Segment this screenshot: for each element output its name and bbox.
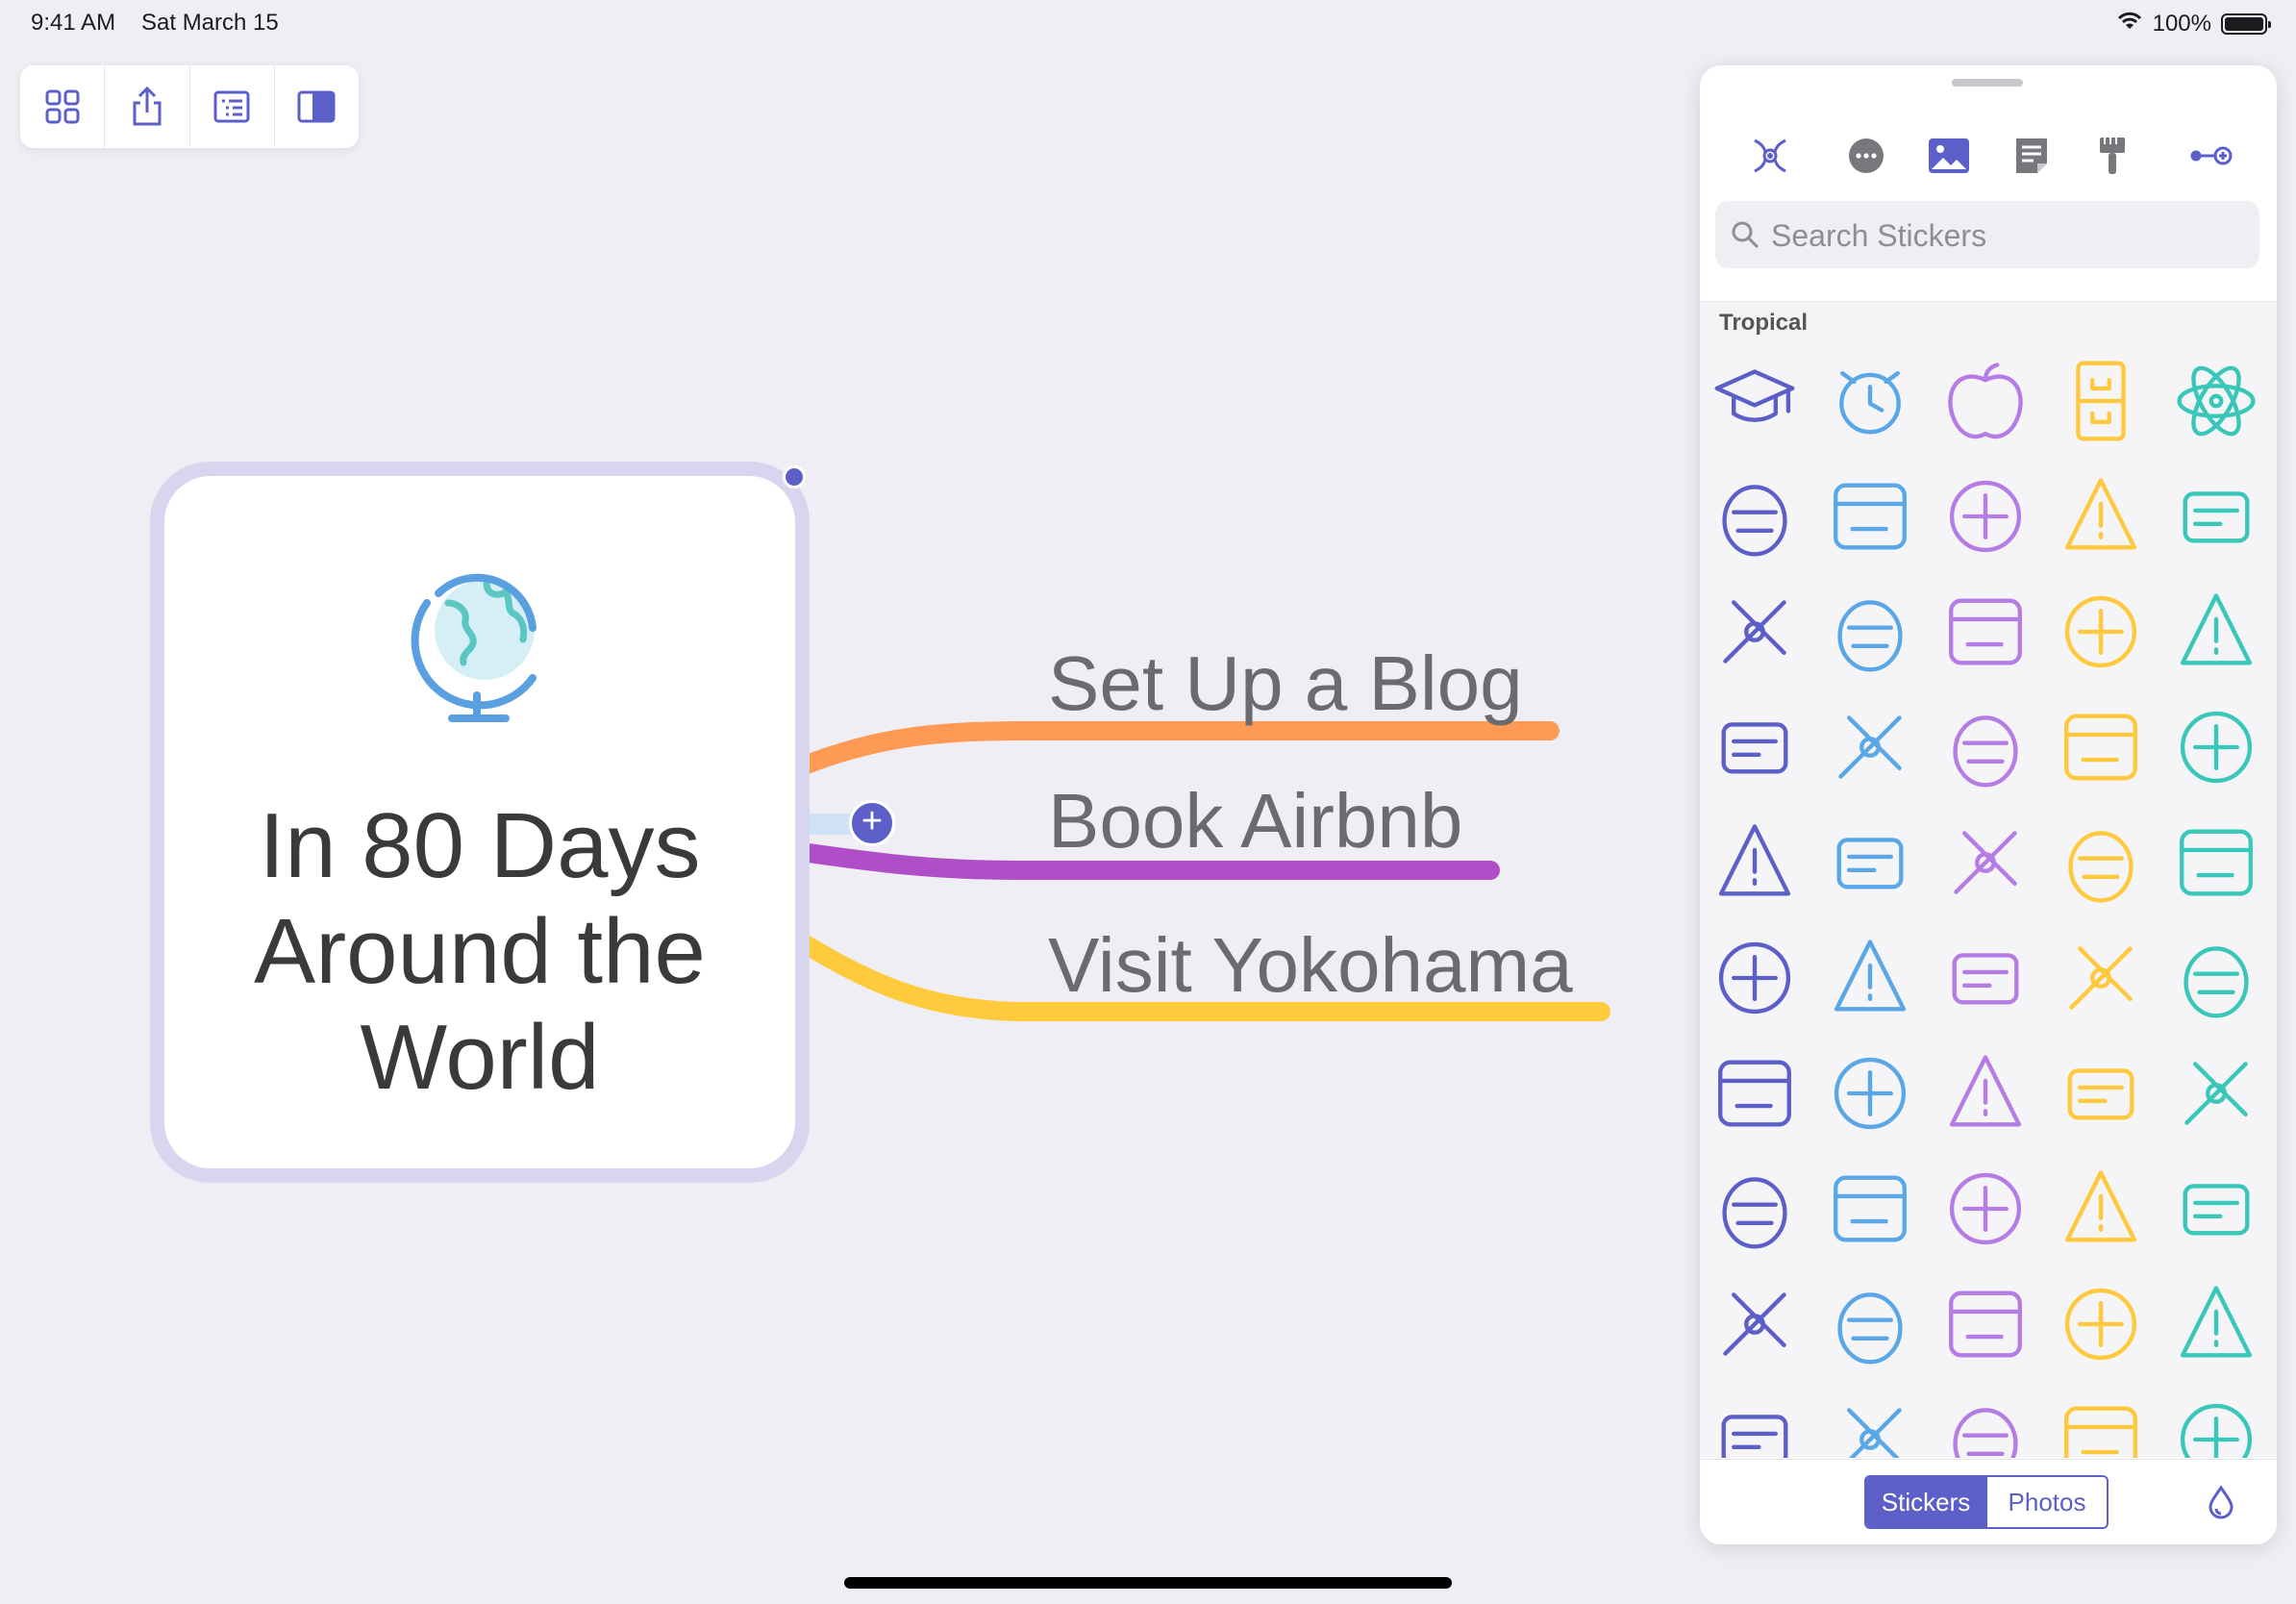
sticker-grid bbox=[1700, 344, 2277, 1458]
carrot-sticker[interactable] bbox=[1933, 925, 2038, 1031]
book-sticker[interactable] bbox=[2048, 579, 2154, 685]
plus-icon: + bbox=[861, 801, 884, 841]
balloon-sticker[interactable] bbox=[2048, 464, 2154, 569]
panel-tabs bbox=[1700, 125, 2277, 192]
tab-format[interactable] bbox=[2082, 125, 2143, 187]
alarm-clock-sticker[interactable] bbox=[1817, 348, 1923, 454]
search-icon bbox=[1731, 220, 1759, 254]
branch-topic[interactable]: Visit Yokohama bbox=[1048, 921, 1573, 1010]
gear-sticker[interactable] bbox=[2163, 1387, 2269, 1458]
christmas-tree-sticker[interactable] bbox=[1702, 1040, 1808, 1146]
clock-tower-sticker[interactable] bbox=[1817, 1040, 1923, 1146]
image-icon bbox=[1929, 138, 1969, 173]
basketball-sticker[interactable] bbox=[1933, 464, 2038, 569]
flower-sticker[interactable] bbox=[2048, 1271, 2154, 1377]
calculator-sticker[interactable] bbox=[2163, 810, 2269, 915]
status-right: 100% bbox=[2116, 10, 2271, 38]
segment-stickers[interactable]: Stickers bbox=[1866, 1477, 1985, 1527]
fire-sticker[interactable] bbox=[1933, 1271, 2038, 1377]
format-brush-icon bbox=[2100, 138, 2125, 174]
tab-mindmap-style[interactable] bbox=[1739, 125, 1801, 187]
id-badge-sticker[interactable] bbox=[1817, 464, 1923, 569]
flask-sticker[interactable] bbox=[2163, 464, 2269, 569]
home-indicator bbox=[844, 1577, 1452, 1589]
cutlery-sticker[interactable] bbox=[1702, 1156, 1808, 1262]
link-sticker[interactable] bbox=[2163, 925, 2269, 1031]
central-node[interactable]: In 80 Days Around the World bbox=[164, 476, 795, 1168]
easter-egg-sticker[interactable] bbox=[2163, 1156, 2269, 1262]
archive-box-sticker[interactable] bbox=[2163, 579, 2269, 685]
inspector-panel: Tropical Stickers Photos bbox=[1700, 65, 2277, 1544]
broom-sticker[interactable] bbox=[1933, 694, 2038, 800]
coffee-cup-sticker[interactable] bbox=[2048, 1040, 2154, 1146]
dice-sticker[interactable] bbox=[1933, 1156, 2038, 1262]
funnel-sticker[interactable] bbox=[1702, 1387, 1808, 1458]
segment-photos[interactable]: Photos bbox=[1985, 1477, 2107, 1527]
apple-sticker[interactable] bbox=[1933, 348, 2038, 454]
eraser-sticker[interactable] bbox=[1817, 1271, 1923, 1377]
search-input[interactable] bbox=[1769, 201, 2254, 270]
branch-topic[interactable]: Book Airbnb bbox=[1048, 777, 1462, 865]
gamepad-sticker[interactable] bbox=[1817, 1387, 1923, 1458]
tab-notes[interactable] bbox=[2001, 125, 2062, 187]
binoculars-sticker[interactable] bbox=[1933, 579, 2038, 685]
panel-grabber[interactable] bbox=[1952, 79, 2023, 87]
car-sticker[interactable] bbox=[1817, 925, 1923, 1031]
bicycle-sticker[interactable] bbox=[1817, 579, 1923, 685]
target-sticker[interactable] bbox=[2163, 694, 2269, 800]
desktop-sticker[interactable] bbox=[1817, 1156, 1923, 1262]
branch-topic[interactable]: Set Up a Blog bbox=[1048, 639, 1523, 728]
calendar-sticker[interactable] bbox=[1702, 925, 1808, 1031]
sticker-search bbox=[1715, 201, 2259, 270]
bus-sticker[interactable] bbox=[1702, 810, 1808, 915]
card-sticker[interactable] bbox=[1817, 810, 1923, 915]
battery-percent: 100% bbox=[2152, 10, 2211, 37]
brain-sticker[interactable] bbox=[1702, 694, 1808, 800]
birthday-cake-sticker[interactable] bbox=[2048, 810, 2154, 915]
atom-sticker[interactable] bbox=[2163, 348, 2269, 454]
section-label: Tropical bbox=[1700, 301, 2277, 344]
notes-icon bbox=[2016, 138, 2047, 173]
mouse-sticker[interactable] bbox=[2163, 1040, 2269, 1146]
money-sticker[interactable] bbox=[2048, 925, 2154, 1031]
globe-icon bbox=[410, 564, 554, 733]
droplet-icon[interactable] bbox=[2208, 1485, 2234, 1524]
tab-connection[interactable] bbox=[2181, 125, 2242, 187]
tab-image[interactable] bbox=[1918, 125, 1980, 187]
directions-sticker[interactable] bbox=[2048, 1156, 2154, 1262]
wifi-icon bbox=[2116, 10, 2143, 38]
file-cabinet-sticker[interactable] bbox=[2048, 348, 2154, 454]
map-sticker[interactable] bbox=[1933, 1387, 2038, 1458]
more-icon bbox=[1849, 138, 1884, 173]
mindmap-style-icon bbox=[1754, 138, 1786, 173]
battery-icon bbox=[2221, 13, 2271, 35]
tab-more[interactable] bbox=[1835, 125, 1897, 187]
brainstorm-sticker[interactable] bbox=[1817, 694, 1923, 800]
rings-sticker[interactable] bbox=[1702, 1271, 1808, 1377]
panel-bottom-bar: Stickers Photos bbox=[1700, 1459, 2277, 1544]
gavel-sticker[interactable] bbox=[2048, 1387, 2154, 1458]
bug-sticker[interactable] bbox=[2048, 694, 2154, 800]
cocktail-sticker[interactable] bbox=[1933, 1040, 2038, 1146]
graduation-cap-sticker[interactable] bbox=[1702, 348, 1808, 454]
source-segmented-control: Stickers Photos bbox=[1864, 1475, 2109, 1529]
warning-sticker[interactable] bbox=[1702, 464, 1808, 569]
add-branch-button[interactable]: + bbox=[849, 800, 895, 846]
bell-sticker[interactable] bbox=[1702, 579, 1808, 685]
chip-sticker[interactable] bbox=[1933, 810, 2038, 915]
central-topic-title: In 80 Days Around the World bbox=[254, 794, 706, 1109]
connection-icon bbox=[2190, 146, 2233, 165]
folder-sticker[interactable] bbox=[2163, 1271, 2269, 1377]
resize-handle[interactable] bbox=[783, 465, 806, 489]
